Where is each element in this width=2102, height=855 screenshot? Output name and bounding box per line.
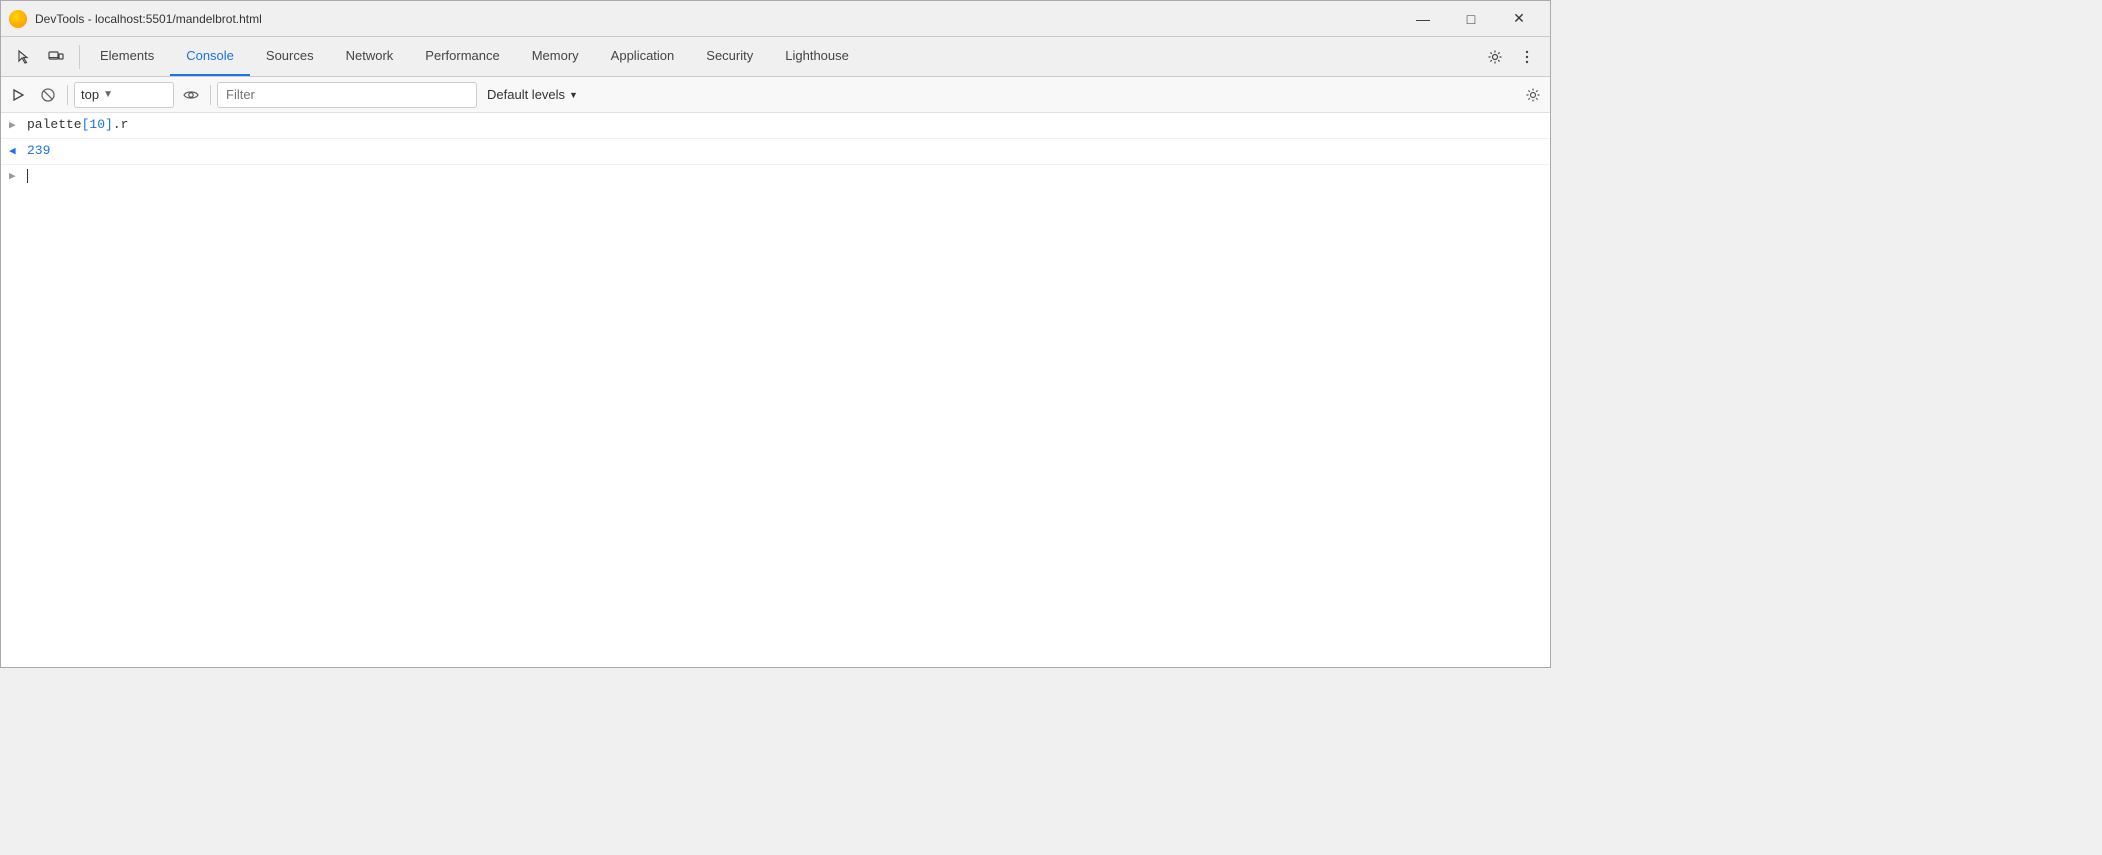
cursor [27, 169, 28, 183]
tab-network[interactable]: Network [330, 37, 410, 76]
title-bar: DevTools - localhost:5501/mandelbrot.htm… [1, 1, 1550, 37]
clear-console-button[interactable] [5, 82, 31, 108]
more-options-button[interactable] [1512, 42, 1542, 72]
kebab-menu-icon [1519, 49, 1535, 65]
tab-security[interactable]: Security [690, 37, 769, 76]
cursor-icon [16, 49, 32, 65]
context-selector[interactable]: top ▼ [74, 82, 174, 108]
eye-icon [183, 87, 199, 103]
toolbar-separator-1 [67, 85, 68, 105]
output-value: 239 [27, 142, 50, 160]
live-expressions-button[interactable] [178, 82, 204, 108]
maximize-button[interactable]: □ [1448, 3, 1494, 35]
block-icon [40, 87, 56, 103]
inspect-element-button[interactable] [9, 42, 39, 72]
levels-label: Default levels [487, 87, 565, 102]
default-levels-selector[interactable]: Default levels ▼ [481, 82, 584, 108]
device-toggle-button[interactable] [41, 42, 71, 72]
tab-memory[interactable]: Memory [516, 37, 595, 76]
console-entry-input: ▶ palette[10].r [1, 113, 1550, 139]
context-label: top [81, 87, 99, 102]
nav-bar: Elements Console Sources Network Perform… [1, 37, 1550, 77]
nav-spacer [865, 37, 1476, 76]
settings-icon [1487, 49, 1503, 65]
device-icon [48, 49, 64, 65]
input-caret-icon: ▶ [9, 169, 21, 183]
app-icon [9, 10, 27, 28]
filter-input[interactable] [217, 82, 477, 108]
toolbar-separator-2 [210, 85, 211, 105]
window-title: DevTools - localhost:5501/mandelbrot.htm… [35, 12, 1400, 26]
console-content: ▶ palette[10].r ◀ 239 ▶ [1, 113, 1550, 667]
dropdown-arrow-icon: ▼ [103, 89, 113, 100]
output-arrow-icon: ◀ [9, 142, 21, 161]
play-icon [10, 87, 26, 103]
tab-application[interactable]: Application [595, 37, 691, 76]
nav-separator-1 [79, 45, 80, 69]
tab-elements[interactable]: Elements [84, 37, 170, 76]
nav-right-icons [1476, 37, 1546, 76]
no-entry-button[interactable] [35, 82, 61, 108]
input-arrow-icon[interactable]: ▶ [9, 116, 21, 135]
console-entry-output: ◀ 239 [1, 139, 1550, 165]
gear-icon [1525, 87, 1541, 103]
window-controls: — □ ✕ [1400, 3, 1542, 35]
tab-console[interactable]: Console [170, 37, 250, 76]
tab-performance[interactable]: Performance [409, 37, 515, 76]
toolbar-right [1520, 82, 1546, 108]
console-toolbar: top ▼ Default levels ▼ [1, 77, 1550, 113]
console-settings-button[interactable] [1520, 82, 1546, 108]
levels-arrow-icon: ▼ [569, 90, 578, 100]
tab-lighthouse[interactable]: Lighthouse [769, 37, 865, 76]
console-input-row[interactable]: ▶ [1, 165, 1550, 187]
close-button[interactable]: ✕ [1496, 3, 1542, 35]
nav-tabs: Elements Console Sources Network Perform… [84, 37, 865, 76]
tab-sources[interactable]: Sources [250, 37, 330, 76]
entry-code: palette[10].r [27, 116, 1542, 134]
minimize-button[interactable]: — [1400, 3, 1446, 35]
nav-left-icons [5, 37, 75, 76]
devtools-window: DevTools - localhost:5501/mandelbrot.htm… [0, 0, 1551, 668]
devtools-settings-button[interactable] [1480, 42, 1510, 72]
